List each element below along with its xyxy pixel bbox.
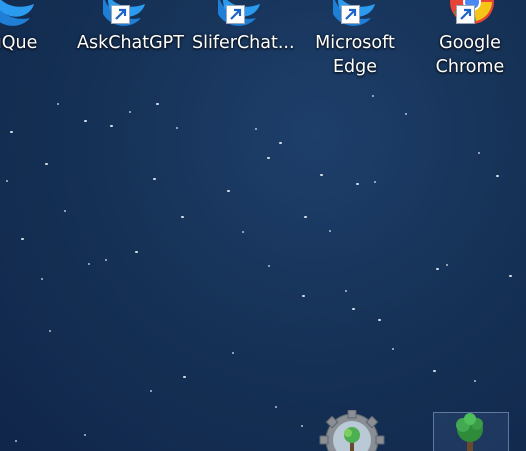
desktop-icon-label-line2: Edge — [332, 57, 378, 77]
star — [301, 425, 303, 427]
star — [372, 95, 374, 97]
star — [345, 290, 347, 292]
star — [242, 231, 244, 233]
star — [110, 125, 113, 127]
chrome-icon — [446, 0, 494, 34]
star — [509, 275, 512, 277]
star — [378, 319, 381, 321]
terraria-server-gear-icon — [314, 409, 390, 451]
desktop-icon-label-line1: Microsoft — [315, 33, 395, 53]
star — [176, 127, 178, 129]
star — [392, 348, 394, 350]
desktop-icon-terraria-server[interactable] — [314, 409, 390, 451]
star — [304, 216, 307, 218]
star — [320, 174, 323, 176]
star — [183, 376, 186, 378]
star — [41, 278, 43, 280]
star — [275, 406, 277, 408]
desktop-icon-label: uQue — [0, 33, 38, 53]
star — [474, 380, 476, 382]
desktop-icon-google-chrome[interactable]: Google Chrome — [422, 0, 518, 79]
desktop-icon-sliferchat[interactable]: SliferChat... — [192, 0, 295, 55]
star — [255, 128, 257, 130]
star — [21, 238, 24, 240]
star — [232, 352, 234, 354]
desktop-icon-terraria[interactable] — [433, 412, 509, 451]
star — [496, 175, 499, 177]
star — [49, 330, 51, 332]
terraria-tree-icon — [434, 413, 508, 451]
star — [181, 216, 184, 218]
star — [352, 308, 355, 310]
star — [268, 265, 270, 267]
star — [6, 180, 8, 182]
edge-blue-icon — [216, 0, 264, 34]
star — [84, 120, 87, 122]
shortcut-arrow-icon — [111, 5, 130, 24]
desktop-icon-label: SliferChat... — [192, 33, 295, 53]
edge-blue-icon — [0, 0, 38, 34]
edge-blue-icon — [331, 0, 379, 34]
desktop-icon-label-line1: Google — [439, 33, 501, 53]
star — [10, 131, 13, 133]
star — [302, 295, 305, 297]
star — [84, 434, 86, 436]
star — [88, 263, 90, 265]
star — [267, 157, 270, 159]
desktop-icon-uque[interactable]: uQue — [0, 0, 62, 55]
star — [227, 190, 230, 192]
star — [129, 111, 131, 113]
edge-blue-icon — [101, 0, 149, 34]
star — [356, 183, 359, 185]
star — [329, 230, 331, 232]
star — [105, 259, 107, 261]
shortcut-arrow-icon — [456, 5, 475, 24]
desktop-icon-label: AskChatGPT — [77, 33, 184, 53]
shortcut-arrow-icon — [341, 5, 360, 24]
star — [57, 103, 59, 105]
star — [279, 142, 282, 144]
desktop-icon-askchatgpt[interactable]: AskChatGPT — [77, 0, 184, 55]
star — [478, 152, 480, 154]
star — [135, 251, 138, 253]
star — [374, 181, 376, 183]
desktop-icon-microsoft-edge[interactable]: Microsoft Edge — [307, 0, 403, 79]
star — [64, 210, 66, 212]
star — [446, 264, 448, 266]
desktop-icon-label-line2: Chrome — [435, 57, 505, 77]
star — [153, 178, 156, 180]
star — [436, 268, 439, 270]
star — [45, 163, 48, 165]
star — [433, 370, 436, 372]
star — [405, 113, 407, 115]
shortcut-arrow-icon — [226, 5, 245, 24]
star — [156, 103, 159, 105]
star — [15, 440, 17, 442]
star — [150, 390, 152, 392]
